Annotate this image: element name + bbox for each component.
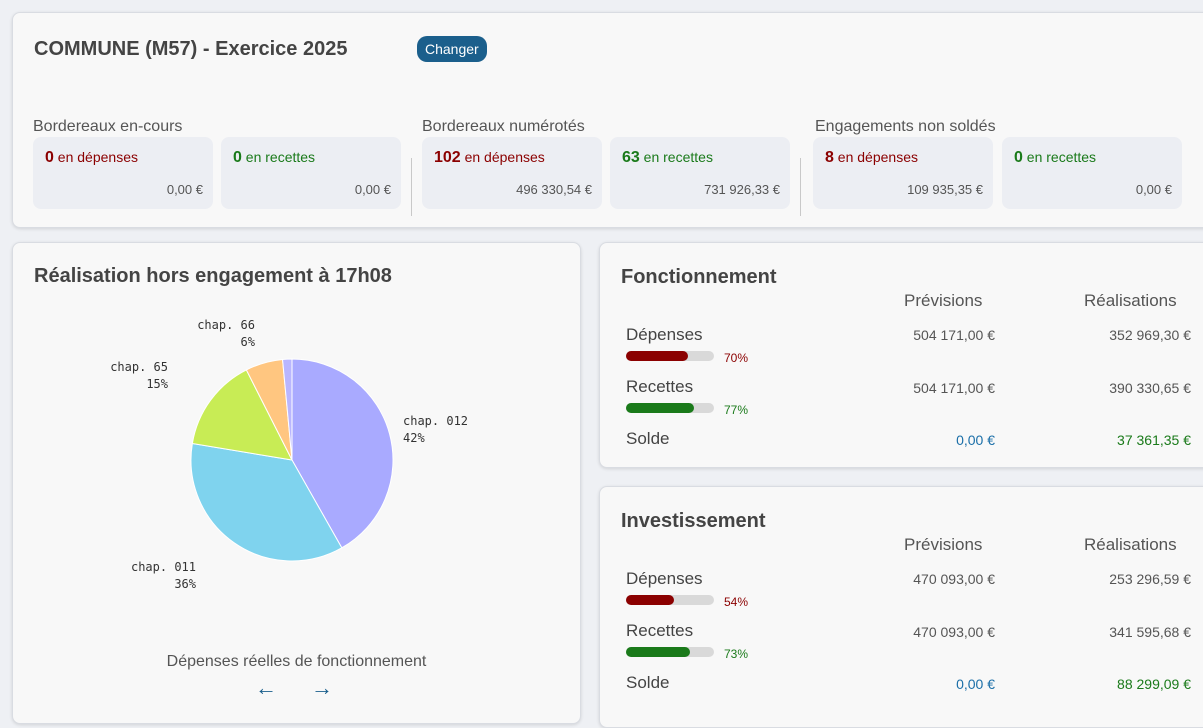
progress-percent: 77% (724, 403, 749, 417)
pie-chart-caption: Dépenses réelles de fonctionnement (166, 653, 427, 670)
stat-suffix: en recettes (639, 149, 713, 165)
pie-chart-card: Réalisation hors engagement à 17h08 chap… (12, 242, 581, 724)
group-label-bordereaux-en-cours: Bordereaux en-cours (33, 118, 183, 135)
slice-label: chap. 011 (131, 560, 196, 574)
stat-tile-numerotes-recettes[interactable]: 63 en recettes 731 926,33 € (610, 137, 790, 209)
fonctionnement-card: Fonctionnement Prévisions Réalisations D… (599, 242, 1203, 468)
slice-percent-label: 6% (241, 335, 256, 349)
stat-tile-encours-depenses[interactable]: 0 en dépenses 0,00 € (33, 137, 213, 209)
page-title: COMMUNE (M57) - Exercice 2025 (34, 38, 348, 60)
prevision-value: 504 171,00 € (913, 327, 995, 343)
progress-percent: 54% (724, 595, 749, 609)
stat-suffix: en dépenses (460, 149, 545, 165)
group-divider (411, 158, 412, 216)
column-header-previsions: Prévisions (904, 291, 983, 310)
solde-realisation-value: 37 361,35 € (1117, 432, 1191, 448)
stat-tile-numerotes-depenses[interactable]: 102 en dépenses 496 330,54 € (422, 137, 602, 209)
slice-label: chap. 012 (403, 414, 468, 428)
slice-label: chap. 66 (197, 318, 255, 332)
realisation-value: 352 969,30 € (1109, 327, 1191, 343)
slice-label: chap. 65 (110, 360, 168, 374)
prevision-value: 504 171,00 € (913, 380, 995, 396)
stat-amount: 0,00 € (166, 182, 203, 197)
progress-fill (626, 647, 691, 657)
slice-percent-label: 36% (174, 577, 196, 591)
solde-prevision-value: 0,00 € (956, 676, 995, 692)
progress-bar-depenses (626, 351, 714, 361)
solde-realisation-value: 88 299,09 € (1117, 676, 1191, 692)
stat-count: 0 (1014, 149, 1023, 166)
group-divider (800, 158, 801, 216)
progress-fill (626, 351, 688, 361)
progress-fill (626, 595, 674, 605)
stat-amount: 0,00 € (1135, 182, 1172, 197)
stat-amount: 109 935,35 € (907, 182, 983, 197)
change-button[interactable]: Changer (417, 36, 487, 62)
row-label-solde: Solde (626, 429, 670, 448)
stat-amount: 731 926,33 € (704, 182, 780, 197)
summary-card: COMMUNE (M57) - Exercice 2025 Changer Bo… (12, 12, 1203, 228)
pie-chart: chap. 012 42% chap. 011 36% chap. 65 15% chap.… (110, 318, 468, 591)
progress-fill (626, 403, 694, 413)
stat-count: 8 (825, 149, 834, 166)
stat-amount: 496 330,54 € (516, 182, 592, 197)
column-header-previsions: Prévisions (904, 535, 983, 554)
column-header-realisations: Réalisations (1084, 535, 1177, 554)
stat-tile-engagements-recettes[interactable]: 0 en recettes 0,00 € (1002, 137, 1182, 209)
progress-bar-recettes (626, 403, 714, 413)
group-label-engagements-non-soldes: Engagements non soldés (815, 118, 996, 135)
solde-prevision-value: 0,00 € (956, 432, 995, 448)
stat-tile-engagements-depenses[interactable]: 8 en dépenses 109 935,35 € (813, 137, 993, 209)
progress-percent: 70% (724, 351, 749, 365)
stat-count: 63 (622, 149, 640, 166)
progress-bar-depenses (626, 595, 714, 605)
column-header-realisations: Réalisations (1084, 291, 1177, 310)
section-title: Investissement (621, 510, 766, 532)
stat-suffix: en recettes (1022, 149, 1097, 165)
row-label-recettes: Recettes (626, 621, 694, 640)
slice-percent-label: 42% (403, 431, 425, 445)
slice-percent-label: 15% (146, 377, 168, 391)
stat-count: 0 (45, 149, 54, 166)
prevision-value: 470 093,00 € (913, 571, 995, 587)
row-label-recettes: Recettes (626, 377, 694, 396)
row-label-depenses: Dépenses (626, 325, 703, 344)
realisation-value: 341 595,68 € (1109, 624, 1191, 640)
progress-percent: 73% (724, 647, 749, 661)
arrow-left-icon[interactable]: ← (255, 676, 277, 700)
row-label-depenses: Dépenses (626, 569, 703, 588)
stat-suffix: en dépenses (833, 149, 918, 165)
arrow-right-icon[interactable]: → (311, 676, 333, 700)
row-label-solde: Solde (626, 673, 670, 692)
realisation-value: 253 296,59 € (1109, 571, 1191, 587)
investissement-card: Investissement Prévisions Réalisations D… (599, 486, 1203, 728)
realisation-value: 390 330,65 € (1109, 380, 1191, 396)
stat-amount: 0,00 € (354, 182, 391, 197)
group-label-bordereaux-numerotes: Bordereaux numérotés (422, 118, 585, 135)
stat-count: 102 (434, 149, 461, 166)
stat-count: 0 (233, 149, 242, 166)
stat-tile-encours-recettes[interactable]: 0 en recettes 0,00 € (221, 137, 401, 209)
progress-bar-recettes (626, 647, 714, 657)
stat-suffix: en recettes (241, 149, 316, 165)
prevision-value: 470 093,00 € (913, 624, 995, 640)
stat-suffix: en dépenses (53, 149, 138, 165)
section-title: Fonctionnement (621, 266, 777, 288)
